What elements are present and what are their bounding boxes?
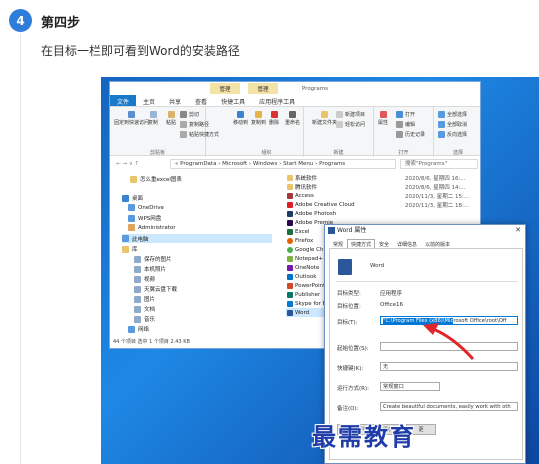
step-number-badge: 4 bbox=[9, 9, 32, 32]
watermark: 最需教育 bbox=[312, 422, 416, 451]
arrow-shaft bbox=[432, 327, 475, 361]
annotation-arrow bbox=[423, 323, 475, 361]
step-description: 在目标一栏即可看到Word的安装路径 bbox=[41, 44, 240, 58]
step-title: 第四步 bbox=[41, 16, 81, 31]
step-timeline-line bbox=[20, 34, 21, 464]
screenshot-frame: 管理 管理 Programs 文件 主页 共享 查看 快捷工具 应用程序工具 固… bbox=[101, 77, 539, 464]
